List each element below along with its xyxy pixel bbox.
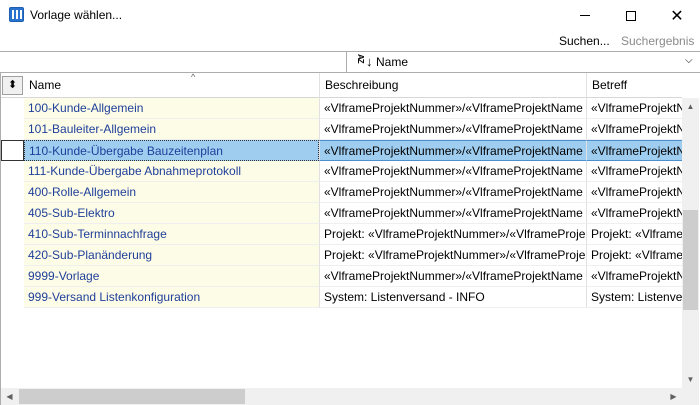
maximize-icon	[626, 10, 636, 21]
cell-betreff[interactable]: «VlframeProjektN	[586, 161, 682, 182]
column-header-betreff[interactable]: Betreff	[586, 73, 682, 98]
minimize-icon	[580, 15, 590, 16]
template-grid: ⬍ Name ^ Beschreibung Betreff 100-Kunde-…	[0, 73, 700, 405]
filter-row: AZ ↓ Name ⌵	[0, 51, 700, 73]
horizontal-scroll-thumb[interactable]	[19, 389, 245, 404]
row-header[interactable]	[1, 203, 24, 224]
sort-az-icon: AZ ↓	[356, 54, 373, 69]
cell-betreff[interactable]: «VlframeProjektN	[586, 266, 682, 287]
cell-beschreibung[interactable]: «VlframeProjektNummer»/«VlframeProjektNa…	[319, 140, 586, 161]
cell-betreff[interactable]: «VlframeProjektN	[586, 140, 682, 161]
cell-betreff[interactable]: Projekt: «Vlframel	[586, 245, 682, 266]
cell-name[interactable]: 101-Bauleiter-Allgemein	[24, 119, 319, 140]
cell-beschreibung[interactable]: «VlframeProjektNummer»/«VlframeProjektNa…	[319, 182, 586, 203]
sort-field-select[interactable]: AZ ↓ Name ⌵	[349, 52, 700, 72]
scroll-down-icon[interactable]: ▼	[682, 371, 699, 388]
sort-field-label: Name	[376, 55, 409, 69]
table-row-selected[interactable]: 110-Kunde-Übergabe Bauzeitenplan «Vlfram…	[1, 140, 682, 161]
horizontal-scrollbar[interactable]: ◀ ▶	[1, 388, 682, 405]
cell-name[interactable]: 110-Kunde-Übergabe Bauzeitenplan	[24, 140, 319, 161]
cell-betreff[interactable]: System: Listenver	[586, 287, 682, 308]
cell-beschreibung[interactable]: «VlframeProjektNummer»/«VlframeProjektNa…	[319, 161, 586, 182]
close-icon: ✕	[670, 7, 684, 25]
table-row[interactable]: 410-Sub-Terminnachfrage Projekt: «Vlfram…	[1, 224, 682, 245]
row-header[interactable]	[1, 287, 24, 308]
scrollbar-corner	[682, 388, 699, 405]
app-icon	[9, 7, 24, 22]
cell-name[interactable]: 400-Rolle-Allgemein	[24, 182, 319, 203]
row-selector-corner[interactable]: ⬍	[2, 76, 23, 95]
search-button[interactable]: Suchen...	[559, 34, 610, 48]
column-chooser-icon: ⬍	[7, 79, 18, 91]
column-header-beschreibung[interactable]: Beschreibung	[319, 73, 586, 98]
cell-beschreibung[interactable]: Projekt: «VlframeProjektNummer»/«Vlframe…	[319, 224, 586, 245]
cell-betreff[interactable]: «VlframeProjektN	[586, 98, 682, 119]
cell-name[interactable]: 100-Kunde-Allgemein	[24, 98, 319, 119]
cell-betreff[interactable]: «VlframeProjektN	[586, 203, 682, 224]
window-title: Vorlage wählen...	[30, 8, 123, 22]
table-row[interactable]: 405-Sub-Elektro «VlframeProjektNummer»/«…	[1, 203, 682, 224]
cell-beschreibung[interactable]: «VlframeProjektNummer»/«VlframeProjektNa…	[319, 203, 586, 224]
row-header[interactable]	[1, 266, 24, 287]
cell-betreff[interactable]: «VlframeProjektN	[586, 182, 682, 203]
row-header[interactable]	[1, 224, 24, 245]
grid-header: ⬍ Name ^ Beschreibung Betreff	[1, 73, 682, 98]
table-row[interactable]: 100-Kunde-Allgemein «VlframeProjektNumme…	[1, 98, 682, 119]
row-header[interactable]	[1, 119, 24, 140]
column-header-name[interactable]: Name ^	[24, 73, 319, 98]
chevron-down-icon[interactable]: ⌵	[685, 55, 693, 66]
scroll-right-icon[interactable]: ▶	[665, 388, 682, 405]
table-row[interactable]: 999-Versand Listenkonfiguration System: …	[1, 287, 682, 308]
table-row[interactable]: 111-Kunde-Übergabe Abnahmeprotokoll «Vlf…	[1, 161, 682, 182]
row-header[interactable]	[1, 140, 24, 161]
maximize-button[interactable]	[608, 0, 654, 31]
row-header[interactable]	[1, 182, 24, 203]
cell-betreff[interactable]: Projekt: «Vlframel	[586, 224, 682, 245]
search-results-button[interactable]: Suchergebnis	[621, 34, 694, 48]
cell-name[interactable]: 420-Sub-Planänderung	[24, 245, 319, 266]
toolbar: Suchen... Suchergebnis	[0, 31, 700, 51]
cell-beschreibung[interactable]: «VlframeProjektNummer»/«VlframeProjektNa…	[319, 98, 586, 119]
row-header[interactable]	[1, 245, 24, 266]
cell-beschreibung[interactable]: Projekt: «VlframeProjektNummer»/«Vlframe…	[319, 245, 586, 266]
search-input[interactable]	[1, 52, 347, 72]
scroll-left-icon[interactable]: ◀	[1, 388, 18, 405]
title-bar: Vorlage wählen... ✕	[0, 0, 700, 31]
close-button[interactable]: ✕	[654, 0, 700, 31]
cell-betreff[interactable]: «VlframeProjektN	[586, 119, 682, 140]
row-header[interactable]	[1, 98, 24, 119]
cell-name[interactable]: 410-Sub-Terminnachfrage	[24, 224, 319, 245]
table-row[interactable]: 9999-Vorlage «VlframeProjektNummer»/«Vlf…	[1, 266, 682, 287]
cell-name[interactable]: 405-Sub-Elektro	[24, 203, 319, 224]
vertical-scrollbar[interactable]: ▲ ▼	[682, 98, 699, 388]
cell-name[interactable]: 9999-Vorlage	[24, 266, 319, 287]
cell-beschreibung[interactable]: «VlframeProjektNummer»/«VlframeProjektNa…	[319, 119, 586, 140]
table-row[interactable]: 400-Rolle-Allgemein «VlframeProjektNumme…	[1, 182, 682, 203]
table-row[interactable]: 420-Sub-Planänderung Projekt: «VlframePr…	[1, 245, 682, 266]
sort-ascending-icon: ^	[191, 73, 196, 82]
cell-beschreibung[interactable]: System: Listenversand - INFO	[319, 287, 586, 308]
cell-beschreibung[interactable]: «VlframeProjektNummer»/«VlframeProjektNa…	[319, 266, 586, 287]
cell-name[interactable]: 999-Versand Listenkonfiguration	[24, 287, 319, 308]
minimize-button[interactable]	[562, 0, 608, 31]
table-row[interactable]: 101-Bauleiter-Allgemein «VlframeProjektN…	[1, 119, 682, 140]
cell-name[interactable]: 111-Kunde-Übergabe Abnahmeprotokoll	[24, 161, 319, 182]
scroll-up-icon[interactable]: ▲	[682, 98, 699, 115]
vertical-scroll-thumb[interactable]	[683, 210, 698, 310]
row-header[interactable]	[1, 161, 24, 182]
